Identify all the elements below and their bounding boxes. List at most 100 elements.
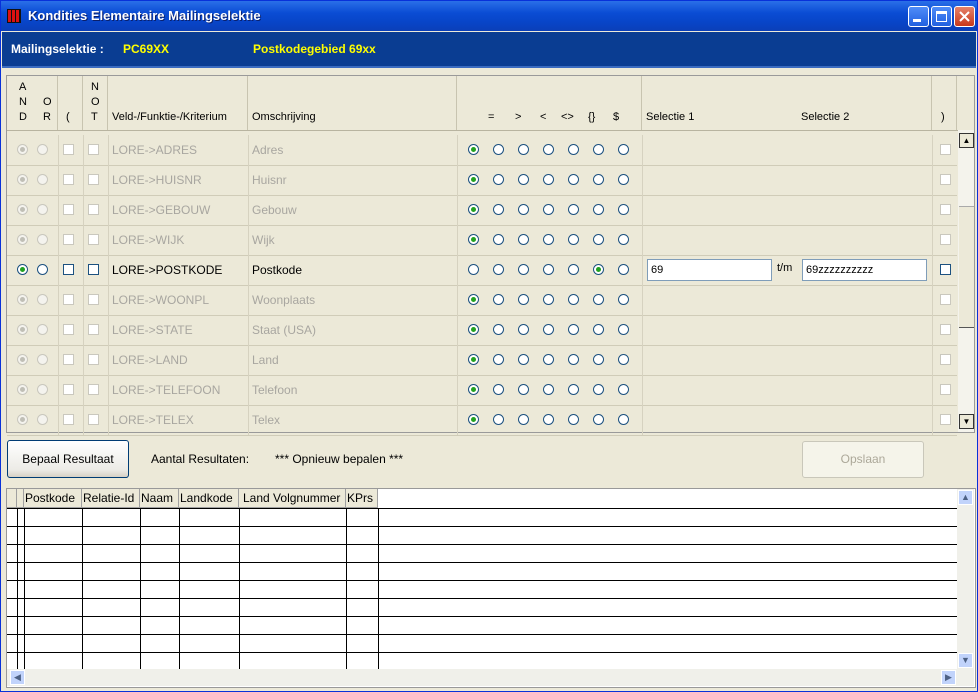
results-scroll-left-button[interactable]: ◀ (10, 670, 25, 685)
operator-radio-set[interactable] (593, 384, 604, 395)
operator-radio-dollar[interactable] (618, 354, 629, 365)
or-radio[interactable] (37, 264, 48, 275)
open-paren-checkbox[interactable] (63, 294, 74, 305)
close-paren-checkbox[interactable] (940, 384, 951, 395)
operator-radio-none[interactable] (468, 354, 479, 365)
criteria-row[interactable]: LORE->LAND Land (7, 345, 957, 376)
table-row[interactable] (7, 599, 957, 616)
results-header-naam[interactable]: Naam (140, 489, 179, 508)
results-vertical-scrollbar[interactable]: ▲ ▼ (957, 489, 974, 669)
close-paren-checkbox[interactable] (940, 204, 951, 215)
operator-radio-gt[interactable] (518, 174, 529, 185)
not-checkbox[interactable] (88, 324, 99, 335)
operator-radio-none[interactable] (468, 234, 479, 245)
operator-radio-eq[interactable] (493, 354, 504, 365)
table-row[interactable] (7, 563, 957, 580)
operator-radio-gt[interactable] (518, 264, 529, 275)
operator-radio-eq[interactable] (493, 264, 504, 275)
operator-radio-ne[interactable] (568, 234, 579, 245)
scroll-thumb[interactable] (959, 206, 974, 328)
operator-radio-dollar[interactable] (618, 234, 629, 245)
operator-radio-lt[interactable] (543, 144, 554, 155)
operator-radio-dollar[interactable] (618, 294, 629, 305)
operator-radio-dollar[interactable] (618, 264, 629, 275)
operator-radio-ne[interactable] (568, 384, 579, 395)
or-radio[interactable] (37, 354, 48, 365)
operator-radio-set[interactable] (593, 234, 604, 245)
close-paren-checkbox[interactable] (940, 144, 951, 155)
bepaal-resultaat-button[interactable]: Bepaal Resultaat (7, 440, 129, 478)
operator-radio-dollar[interactable] (618, 414, 629, 425)
operator-radio-none[interactable] (468, 264, 479, 275)
table-row[interactable] (7, 635, 957, 652)
results-header-land-volgnummer[interactable]: Land Volgnummer (239, 489, 346, 508)
open-paren-checkbox[interactable] (63, 264, 74, 275)
operator-radio-eq[interactable] (493, 414, 504, 425)
not-checkbox[interactable] (88, 144, 99, 155)
operator-radio-dollar[interactable] (618, 174, 629, 185)
criteria-row[interactable]: LORE->HUISNR Huisnr (7, 165, 957, 196)
operator-radio-gt[interactable] (518, 204, 529, 215)
criteria-row[interactable]: LORE->STATE Staat (USA) (7, 315, 957, 346)
open-paren-checkbox[interactable] (63, 324, 74, 335)
criteria-scrollbar[interactable]: ▲ ▼ (958, 130, 974, 432)
operator-radio-lt[interactable] (543, 324, 554, 335)
open-paren-checkbox[interactable] (63, 204, 74, 215)
or-radio[interactable] (37, 324, 48, 335)
close-paren-checkbox[interactable] (940, 324, 951, 335)
or-radio[interactable] (37, 384, 48, 395)
and-radio[interactable] (17, 324, 28, 335)
not-checkbox[interactable] (88, 174, 99, 185)
operator-radio-eq[interactable] (493, 384, 504, 395)
operator-radio-set[interactable] (593, 144, 604, 155)
or-radio[interactable] (37, 144, 48, 155)
operator-radio-lt[interactable] (543, 384, 554, 395)
operator-radio-lt[interactable] (543, 234, 554, 245)
not-checkbox[interactable] (88, 204, 99, 215)
and-radio[interactable] (17, 354, 28, 365)
or-radio[interactable] (37, 294, 48, 305)
operator-radio-ne[interactable] (568, 174, 579, 185)
close-paren-checkbox[interactable] (940, 234, 951, 245)
and-radio[interactable] (17, 384, 28, 395)
operator-radio-ne[interactable] (568, 204, 579, 215)
operator-radio-gt[interactable] (518, 384, 529, 395)
criteria-row[interactable]: LORE->GEBOUW Gebouw (7, 195, 957, 226)
operator-radio-dollar[interactable] (618, 384, 629, 395)
not-checkbox[interactable] (88, 354, 99, 365)
results-scroll-down-button[interactable]: ▼ (958, 653, 973, 668)
scroll-up-button[interactable]: ▲ (959, 133, 974, 148)
close-paren-checkbox[interactable] (940, 264, 951, 275)
close-paren-checkbox[interactable] (940, 414, 951, 425)
operator-radio-gt[interactable] (518, 234, 529, 245)
and-radio[interactable] (17, 144, 28, 155)
operator-radio-none[interactable] (468, 324, 479, 335)
title-bar[interactable]: Kondities Elementaire Mailingselektie (1, 1, 977, 31)
table-row[interactable] (7, 545, 957, 562)
table-row[interactable] (7, 581, 957, 598)
open-paren-checkbox[interactable] (63, 174, 74, 185)
operator-radio-ne[interactable] (568, 264, 579, 275)
results-header-landkode[interactable]: Landkode (179, 489, 239, 508)
criteria-row[interactable]: LORE->POSTKODE Postkode 69 t/m 69zzzzzzzzzz (7, 255, 957, 286)
operator-radio-none[interactable] (468, 144, 479, 155)
table-row[interactable] (7, 653, 957, 670)
or-radio[interactable] (37, 174, 48, 185)
operator-radio-ne[interactable] (568, 144, 579, 155)
operator-radio-lt[interactable] (543, 294, 554, 305)
results-header-kprs[interactable]: KPrs (346, 489, 378, 508)
operator-radio-dollar[interactable] (618, 204, 629, 215)
open-paren-checkbox[interactable] (63, 384, 74, 395)
selectie2-input[interactable]: 69zzzzzzzzzz (802, 259, 927, 281)
results-scroll-up-button[interactable]: ▲ (958, 490, 973, 505)
operator-radio-lt[interactable] (543, 354, 554, 365)
operator-radio-gt[interactable] (518, 144, 529, 155)
and-radio[interactable] (17, 204, 28, 215)
operator-radio-lt[interactable] (543, 204, 554, 215)
operator-radio-gt[interactable] (518, 294, 529, 305)
operator-radio-eq[interactable] (493, 204, 504, 215)
operator-radio-eq[interactable] (493, 294, 504, 305)
criteria-row[interactable]: LORE->TELEX Telex (7, 405, 957, 436)
scroll-down-button[interactable]: ▼ (959, 414, 974, 429)
operator-radio-eq[interactable] (493, 144, 504, 155)
